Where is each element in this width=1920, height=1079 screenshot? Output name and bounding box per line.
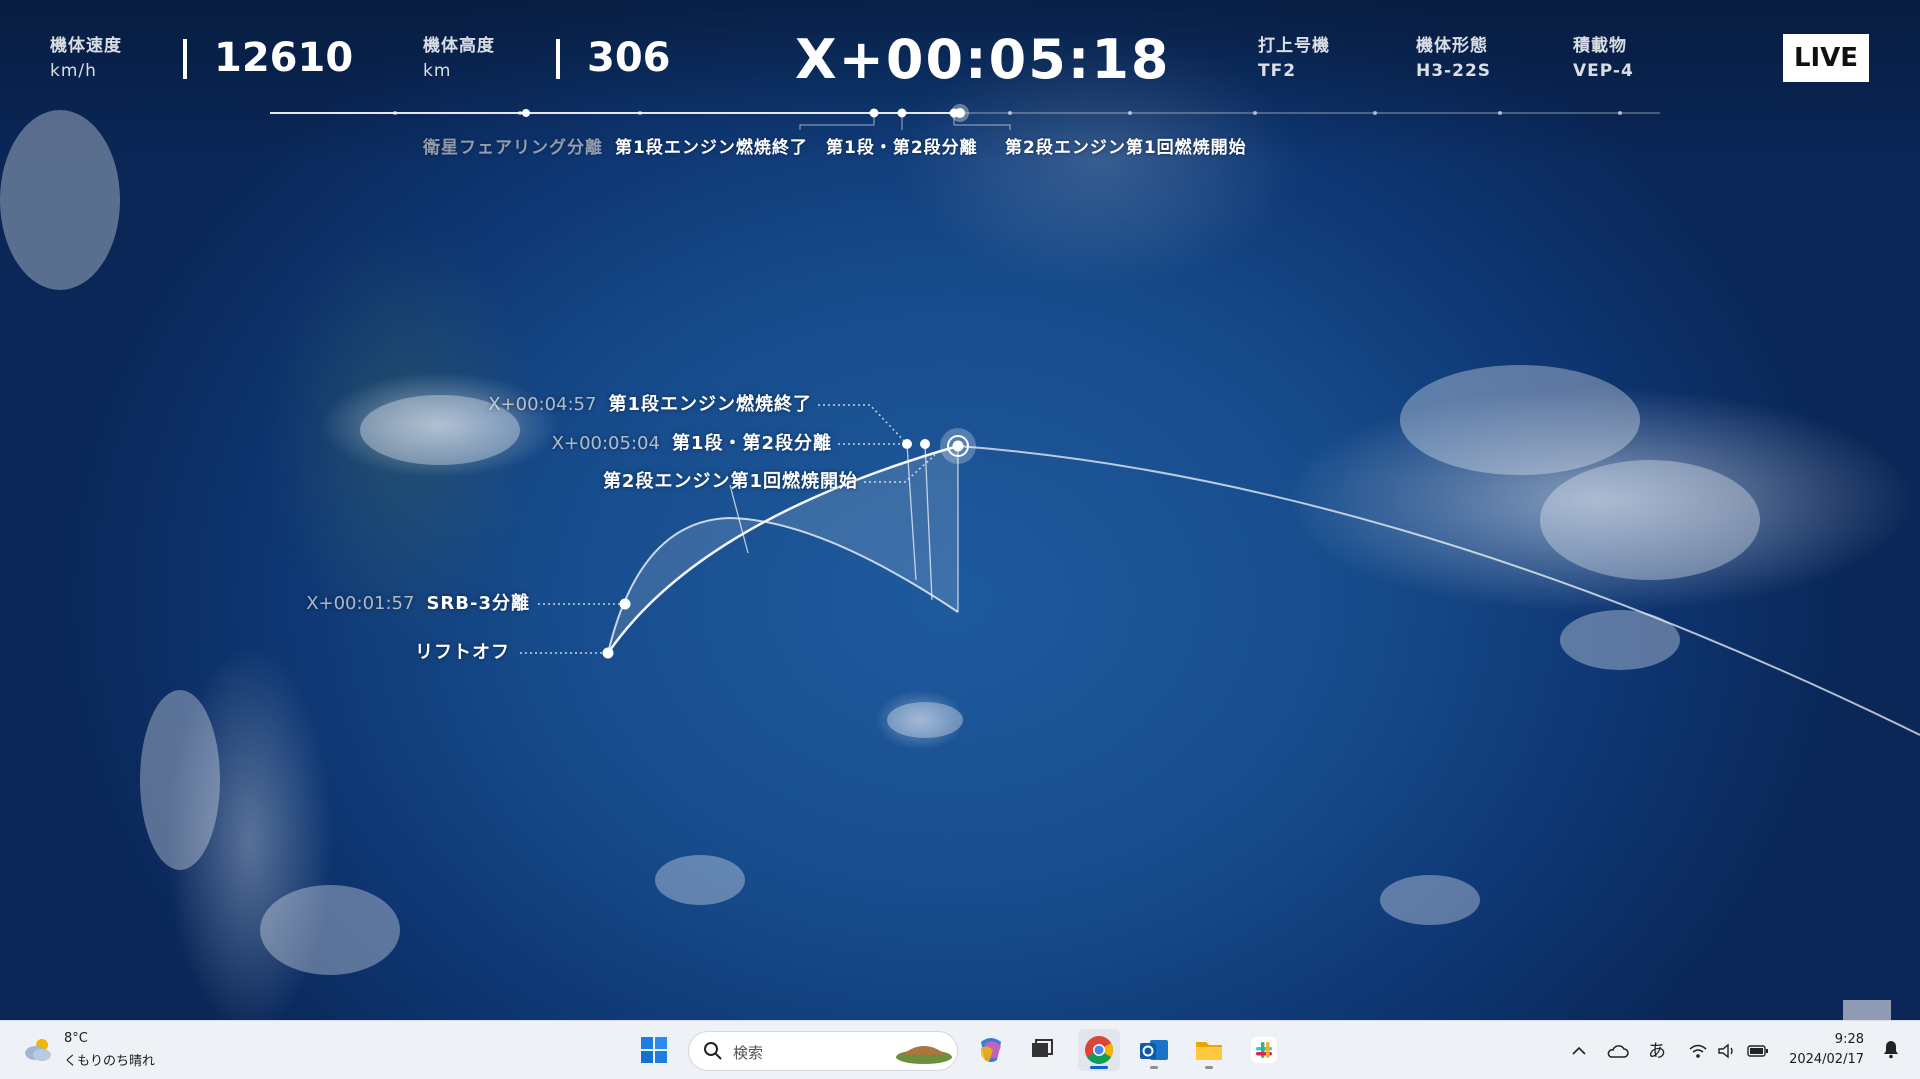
flight-value: TF2 [1258,61,1297,81]
speed-label: 機体速度 [50,36,122,56]
timeline-label-separation: 第1段・第2段分離 [826,138,978,158]
event-name: 第2段エンジン第1回燃焼開始 [602,471,858,492]
outlook-icon [1140,1040,1168,1060]
outlook-button[interactable] [1133,1029,1175,1071]
speed-unit: km/h [50,61,97,81]
event-label-liftoff: リフトオフ [415,641,510,665]
speed-value: 12610 [214,35,354,81]
slack-icon [1251,1037,1277,1063]
launch-broadcast-view: 機体速度 km/h 12610 機体高度 km 306 X+00:05:18 打… [0,0,1920,1020]
taskbar: 8°C くもりのち晴れ 検索 あ 9:28 2024/02/17 [0,1020,1920,1079]
timeline-label-ses1: 第2段エンジン第1回燃焼開始 [1005,138,1247,158]
chrome-icon [1085,1036,1113,1064]
chrome-active-indicator [1090,1066,1108,1069]
battery-icon[interactable] [1747,1044,1769,1058]
mission-elapsed-timer: X+00:05:18 [795,28,1171,91]
start-button[interactable] [633,1029,675,1071]
event-label-srb-separation: X+00:01:57 SRB-3分離 [306,592,530,616]
start-icon [641,1037,667,1063]
taskbar-search[interactable]: 検索 [688,1031,958,1071]
flight-label: 打上号機 [1258,36,1330,56]
event-label-separation: X+00:05:04 第1段・第2段分離 [552,432,832,456]
altitude-divider [556,39,560,79]
event-time: X+00:05:04 [551,433,660,454]
event-name: リフトオフ [415,642,510,663]
event-name: 第1段エンジン燃焼終了 [608,394,812,415]
scroll-to-top-button[interactable] [1843,1000,1891,1020]
search-icon [704,1042,722,1060]
task-view-icon [1032,1039,1053,1057]
weather-description: くもりのち晴れ [64,1054,156,1069]
planned-orbit-path [957,445,1920,736]
task-view-button[interactable] [1021,1029,1063,1071]
search-highlight-icon [896,1046,952,1064]
chrome-button[interactable] [1078,1029,1120,1071]
ime-indicator[interactable]: あ [1648,1037,1666,1063]
timeline-label-meco: 第1段エンジン燃焼終了 [615,138,808,158]
timeline-current-dot [955,108,965,118]
event-name: 第1段・第2段分離 [671,433,832,454]
cloudy-sun-icon [25,1039,51,1061]
copilot-icon [981,1038,1001,1062]
event-label-ses1: 第2段エンジン第1回燃焼開始 [603,470,858,494]
wifi-icon[interactable] [1688,1043,1708,1059]
volume-icon[interactable] [1717,1043,1737,1059]
altitude-value: 306 [587,35,671,81]
event-name: SRB-3分離 [426,593,530,614]
chevron-up-icon[interactable] [1572,1046,1586,1056]
outlook-running-indicator [1150,1066,1158,1069]
payload-label: 積載物 [1573,36,1627,56]
taskbar-clock[interactable]: 9:28 2024/02/17 [1789,1030,1864,1070]
payload-value: VEP-4 [1573,61,1634,81]
live-badge: LIVE [1783,34,1869,82]
notification-bell-icon[interactable] [1882,1039,1900,1059]
slack-button[interactable] [1243,1029,1285,1071]
file-explorer-button[interactable] [1188,1029,1230,1071]
timeline-label-fairing: 衛星フェアリング分離 [423,138,603,158]
file-explorer-icon [1196,1042,1222,1060]
speed-divider [183,39,187,79]
clock-date: 2024/02/17 [1789,1052,1864,1067]
vehicle-label: 機体形態 [1416,36,1488,56]
rocket-position-icon [952,440,964,452]
event-label-meco: X+00:04:57 第1段エンジン燃焼終了 [488,393,812,417]
explorer-running-indicator [1205,1066,1213,1069]
event-time: X+00:04:57 [488,394,597,415]
altitude-unit: km [423,61,452,81]
weather-temperature: 8°C [64,1031,88,1046]
copilot-button[interactable] [970,1029,1012,1071]
event-time: X+00:01:57 [306,593,415,614]
search-placeholder: 検索 [733,1044,764,1062]
onedrive-icon[interactable] [1607,1042,1629,1060]
vehicle-value: H3-22S [1416,61,1492,81]
clock-time: 9:28 [1834,1032,1864,1047]
altitude-label: 機体高度 [423,36,495,56]
